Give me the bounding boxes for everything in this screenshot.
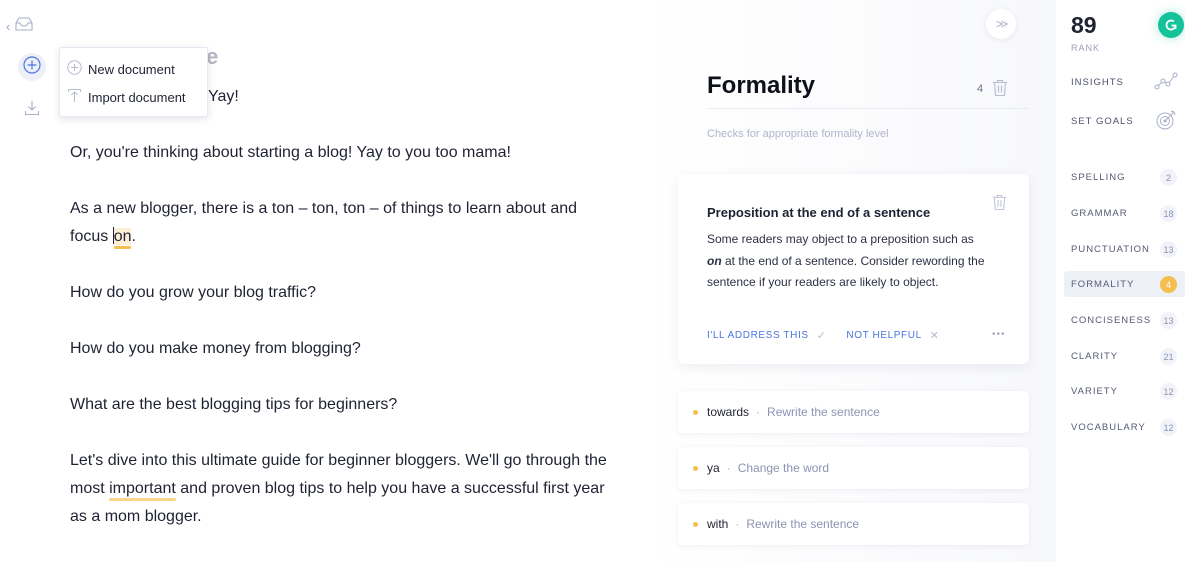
category-label: PUNCTUATION	[1071, 243, 1150, 255]
suggestion-word: ya	[707, 461, 720, 475]
suggestion-hint: Rewrite the sentence	[746, 517, 860, 531]
collapse-panel-button[interactable]: >>	[986, 9, 1016, 39]
suggestion-word: with	[707, 517, 729, 531]
not-helpful-button[interactable]: NOT HELPFUL ✕	[846, 329, 939, 342]
card-explanation: Some readers may object to a preposition…	[707, 229, 987, 294]
count-badge: 4	[1160, 276, 1177, 293]
paragraph-3-end: .	[131, 228, 136, 245]
count-badge: 21	[1160, 348, 1177, 365]
close-icon: ✕	[929, 330, 940, 342]
paragraph-2: Or, you're thinking about starting a blo…	[70, 144, 511, 161]
more-options-icon[interactable]: •••	[992, 329, 1006, 340]
download-button[interactable]	[18, 96, 46, 124]
dismiss-suggestion-button[interactable]	[992, 194, 1007, 216]
trash-icon	[992, 194, 1007, 215]
suggestion-item[interactable]: ya · Change the word	[678, 447, 1029, 489]
trash-icon	[992, 79, 1008, 101]
card-body-text: Some readers may object to a preposition…	[707, 232, 974, 246]
menu-item-label: Import document	[88, 89, 186, 105]
divider	[707, 108, 1029, 109]
paragraph-4: How do you grow your blog traffic?	[70, 284, 317, 301]
count-badge: 12	[1160, 383, 1177, 400]
category-label: CLARITY	[1071, 350, 1119, 362]
warning-dot-icon	[693, 409, 698, 415]
flagged-word-important[interactable]: important	[109, 480, 176, 497]
insights-link[interactable]: INSIGHTS	[1071, 77, 1124, 88]
new-document-button[interactable]	[18, 53, 46, 81]
warning-dot-icon	[693, 465, 698, 471]
dismiss-all-button[interactable]	[992, 79, 1008, 102]
set-goals-link[interactable]: SET GOALS	[1071, 116, 1134, 127]
count-badge: 13	[1160, 241, 1177, 258]
grammarly-logo-icon[interactable]	[1158, 12, 1184, 38]
new-document-menu: New document Import document	[59, 47, 208, 117]
left-rail: ‹	[0, 0, 60, 562]
category-label: CONCISENESS	[1071, 314, 1152, 326]
count-badge: 2	[1160, 169, 1177, 186]
overall-score: 89	[1071, 12, 1097, 38]
flagged-word-on[interactable]: on	[113, 228, 132, 245]
category-label: GRAMMAR	[1071, 207, 1128, 219]
category-label: VARIETY	[1071, 385, 1118, 397]
paragraph-5: How do you make money from blogging?	[70, 340, 361, 357]
menu-item-import-document[interactable]: Import document	[60, 83, 207, 111]
double-chevron-right-icon: >>	[995, 17, 1008, 31]
category-clarity[interactable]: CLARITY 21	[1064, 343, 1185, 369]
suggestion-hint: Change the word	[737, 461, 830, 475]
card-title: Preposition at the end of a sentence	[707, 205, 931, 220]
upload-icon	[67, 88, 82, 106]
card-body-text-end: at the end of a sentence. Consider rewor…	[707, 253, 985, 290]
paragraph-7: Let's dive into this ultimate guide for …	[70, 447, 620, 531]
panel-subtitle: Checks for appropriate formality level	[707, 128, 889, 140]
suggestion-item[interactable]: towards · Rewrite the sentence	[678, 391, 1029, 433]
assistant-panel: >> Formality 4 Checks for appropriate fo…	[640, 0, 1056, 562]
chevron-left-icon: ‹	[6, 18, 11, 34]
address-this-button[interactable]: I'LL ADDRESS THIS ✓	[707, 329, 826, 342]
suggestion-hint: Rewrite the sentence	[767, 405, 880, 419]
separator: ·	[726, 461, 731, 475]
menu-item-new-document[interactable]: New document	[60, 55, 207, 83]
category-label: VOCABULARY	[1071, 421, 1146, 433]
not-helpful-label: NOT HELPFUL	[846, 330, 922, 341]
suggestion-word: towards	[707, 405, 750, 419]
count-badge: 13	[1160, 312, 1177, 329]
plus-circle-icon	[67, 60, 82, 78]
plus-circle-icon	[23, 55, 41, 79]
paragraph-6: What are the best blogging tips for begi…	[70, 396, 398, 413]
target-icon[interactable]	[1154, 108, 1178, 137]
checkmark-icon: ✓	[816, 330, 827, 342]
category-vocabulary[interactable]: VOCABULARY 12	[1064, 414, 1185, 440]
right-sidebar: 89 RANK INSIGHTS SET GOALS SPELLING 2 GRA…	[1056, 0, 1185, 562]
category-variety[interactable]: VARIETY 12	[1064, 378, 1185, 404]
category-spelling[interactable]: SPELLING 2	[1064, 164, 1185, 190]
category-punctuation[interactable]: PUNCTUATION 13	[1064, 236, 1185, 262]
separator: ·	[756, 405, 761, 419]
suggestion-card-expanded[interactable]: Preposition at the end of a sentence Som…	[678, 174, 1029, 364]
inbox-tray-icon	[14, 16, 34, 37]
separator: ·	[735, 517, 740, 531]
line-chart-icon[interactable]	[1154, 71, 1178, 96]
address-this-label: I'LL ADDRESS THIS	[707, 330, 809, 341]
menu-item-label: New document	[88, 61, 175, 77]
card-actions: I'LL ADDRESS THIS ✓ NOT HELPFUL ✕	[707, 329, 940, 342]
score-label: RANK	[1071, 43, 1101, 53]
card-body-emphasis: on	[707, 253, 722, 268]
paragraph-3: As a new blogger, there is a ton – ton, …	[70, 195, 600, 251]
warning-dot-icon	[693, 521, 698, 527]
issue-count: 4	[977, 83, 984, 95]
back-to-documents-button[interactable]: ‹	[6, 16, 44, 37]
category-label: SPELLING	[1071, 171, 1126, 183]
count-badge: 18	[1160, 205, 1177, 222]
download-icon	[24, 100, 40, 121]
category-label: FORMALITY	[1071, 278, 1135, 290]
panel-title: Formality	[707, 72, 816, 99]
category-grammar[interactable]: GRAMMAR 18	[1064, 200, 1185, 226]
suggestion-item[interactable]: with · Rewrite the sentence	[678, 503, 1029, 545]
count-badge: 12	[1160, 419, 1177, 436]
paragraph-3-text: As a new blogger, there is a ton – ton, …	[70, 200, 578, 245]
category-conciseness[interactable]: CONCISENESS 13	[1064, 307, 1185, 333]
category-formality[interactable]: FORMALITY 4	[1064, 271, 1185, 297]
